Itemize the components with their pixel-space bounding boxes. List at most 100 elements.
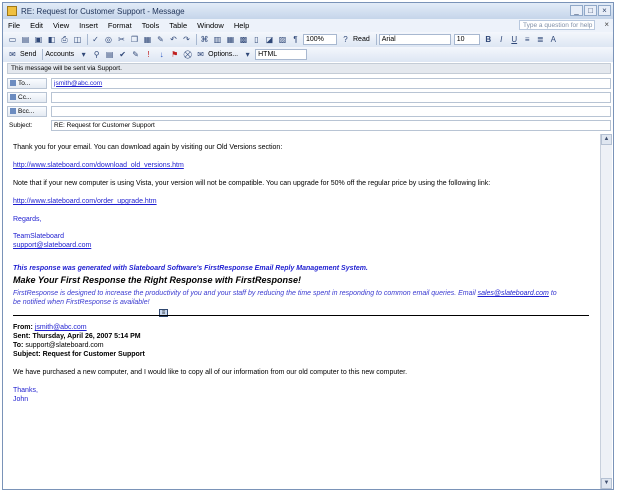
to-field[interactable]: jsmith@abc.com — [51, 77, 611, 89]
thanks-text: Thanks, — [13, 387, 38, 394]
font-size-select[interactable]: 10 — [453, 34, 480, 45]
spelling-icon[interactable]: ✓ — [90, 34, 101, 45]
help-icon[interactable]: ? — [340, 34, 351, 45]
tables-icon[interactable]: ▥ — [212, 34, 223, 45]
bcc-label: Bcc... — [18, 107, 35, 115]
excel-icon[interactable]: ▩ — [238, 34, 249, 45]
chevron-down-icon[interactable]: ▾ — [78, 49, 89, 60]
read-button[interactable]: Read — [353, 36, 370, 43]
save-icon[interactable]: ▣ — [33, 34, 44, 45]
quoted-text: We have purchased a new computer, and I … — [13, 369, 408, 376]
help-close-icon[interactable]: × — [604, 20, 609, 29]
cc-label: Cc... — [18, 93, 32, 101]
from-email-link[interactable]: jsmith@abc.com — [35, 324, 87, 331]
research-icon[interactable]: ◎ — [103, 34, 114, 45]
font-select[interactable]: Arial — [378, 34, 451, 45]
subject-line: Subject: Request for Customer Support — [13, 351, 145, 359]
align-left-icon[interactable]: ≡ — [522, 34, 533, 45]
bcc-button[interactable]: Bcc... — [7, 105, 47, 117]
follow-up-flag-icon[interactable]: ⚑ — [169, 49, 180, 60]
print-icon[interactable]: ⎙ — [59, 34, 70, 45]
message-body[interactable]: Thank you for your email. You can downlo… — [7, 134, 599, 489]
copy-icon[interactable]: ❐ — [129, 34, 140, 45]
high-importance-icon[interactable]: ! — [143, 49, 154, 60]
subject-field[interactable]: RE: Request for Customer Support — [51, 119, 611, 131]
window-title: RE: Request for Customer Support - Messa… — [21, 6, 185, 16]
chevron-down-icon[interactable]: ▾ — [242, 49, 253, 60]
paste-icon[interactable]: ▦ — [142, 34, 153, 45]
close-button[interactable]: × — [598, 5, 611, 16]
insert-table-icon[interactable]: ▦ — [225, 34, 236, 45]
promo-text-2: be notified when FirstResponse is availa… — [13, 299, 150, 306]
help-search-input[interactable]: Type a question for help — [519, 20, 595, 30]
address-book-icon — [10, 108, 16, 114]
download-link[interactable]: http://www.slateboard.com/download_old_v… — [13, 162, 184, 170]
format-painter-icon[interactable]: ✎ — [155, 34, 166, 45]
drawing-icon[interactable]: ◪ — [264, 34, 275, 45]
minimize-button[interactable]: _ — [570, 5, 583, 16]
low-importance-icon[interactable]: ↓ — [156, 49, 167, 60]
menu-window[interactable]: Window — [192, 21, 229, 30]
redo-icon[interactable]: ↷ — [181, 34, 192, 45]
menu-table[interactable]: Table — [164, 21, 192, 30]
cut-icon[interactable]: ✂ — [116, 34, 127, 45]
maximize-button[interactable]: □ — [584, 5, 597, 16]
scroll-down-button[interactable]: ▼ — [601, 478, 612, 489]
quote-separator — [13, 315, 589, 316]
subject-value: Request for Customer Support — [42, 351, 145, 358]
undo-icon[interactable]: ↶ — [168, 34, 179, 45]
vertical-scrollbar[interactable]: ▲ ▼ — [600, 134, 612, 489]
sales-email-link[interactable]: sales@slateboard.com — [478, 290, 549, 297]
sent-line: Sent: Thursday, April 26, 2007 5:14 PM — [13, 333, 141, 341]
toolbar-separator — [87, 34, 88, 45]
promo-text-end: to — [548, 290, 557, 297]
attach-icon[interactable]: ⚲ — [91, 49, 102, 60]
menu-file[interactable]: File — [3, 21, 25, 30]
justify-icon[interactable]: ≣ — [535, 34, 546, 45]
to-button[interactable]: To... — [7, 77, 47, 89]
underline-button[interactable]: U — [509, 34, 520, 45]
permission-icon[interactable]: ◧ — [46, 34, 57, 45]
toolbar-separator — [196, 34, 197, 45]
format-select[interactable]: HTML — [255, 49, 308, 60]
accounts-button[interactable]: Accounts — [45, 51, 74, 58]
menu-edit[interactable]: Edit — [25, 21, 48, 30]
menu-help[interactable]: Help — [229, 21, 254, 30]
support-email-link[interactable]: support@slateboard.com — [13, 242, 91, 250]
options-button[interactable]: Options... — [208, 51, 238, 58]
open-icon[interactable]: ▤ — [20, 34, 31, 45]
send-button[interactable]: Send — [20, 51, 36, 58]
cc-field[interactable] — [51, 91, 611, 103]
email-toolbar: ✉ Send Accounts ▾ ⚲ ▤ ✔ ✎ ! ↓ ⚑ ⛒ ✉ Opti… — [3, 47, 613, 62]
menu-tools[interactable]: Tools — [137, 21, 165, 30]
zoom-select[interactable]: 100% — [303, 34, 337, 45]
menu-insert[interactable]: Insert — [74, 21, 103, 30]
font-color-icon[interactable]: A — [548, 34, 559, 45]
to-recipient[interactable]: jsmith@abc.com — [54, 80, 102, 87]
check-names-icon[interactable]: ✔ — [117, 49, 128, 60]
hyperlink-icon[interactable]: ⌘ — [199, 34, 210, 45]
to-label: To: — [13, 342, 24, 349]
address-book-icon — [10, 80, 16, 86]
address-book-icon — [10, 94, 16, 100]
permission-icon[interactable]: ⛒ — [182, 49, 193, 60]
italic-button[interactable]: I — [496, 34, 507, 45]
envelope-icon[interactable]: ✉ — [195, 49, 206, 60]
show-hide-icon[interactable]: ¶ — [290, 34, 301, 45]
upgrade-link[interactable]: http://www.slateboard.com/order_upgrade.… — [13, 198, 157, 206]
signature-icon[interactable]: ✎ — [130, 49, 141, 60]
address-book-icon[interactable]: ▤ — [104, 49, 115, 60]
toolbar-separator — [42, 49, 44, 60]
preview-icon[interactable]: ◫ — [72, 34, 83, 45]
columns-icon[interactable]: ▯ — [251, 34, 262, 45]
cc-row: Cc... — [7, 91, 611, 103]
bcc-field[interactable] — [51, 105, 611, 117]
cc-button[interactable]: Cc... — [7, 91, 47, 103]
doc-map-icon[interactable]: ▨ — [277, 34, 288, 45]
scroll-up-button[interactable]: ▲ — [601, 134, 612, 145]
menu-view[interactable]: View — [48, 21, 74, 30]
menu-format[interactable]: Format — [103, 21, 137, 30]
new-icon[interactable]: ▭ — [7, 34, 18, 45]
bold-button[interactable]: B — [483, 34, 494, 45]
send-icon: ✉ — [9, 50, 16, 59]
